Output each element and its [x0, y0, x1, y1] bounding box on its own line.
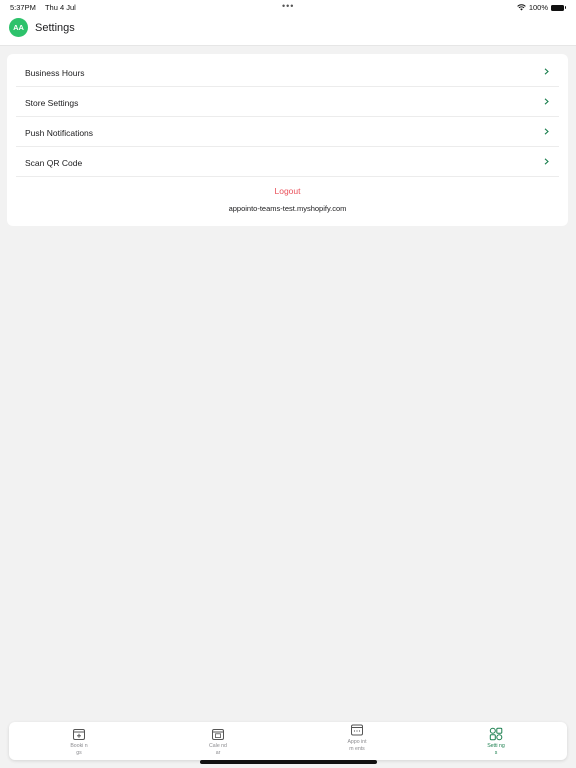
battery-percent: 100%: [528, 3, 548, 12]
calendar-dots-icon: [351, 724, 363, 736]
shop-domain: appointo-teams-test.myshopify.com: [228, 204, 347, 213]
battery-icon: [551, 4, 566, 11]
menu-item-push-notifications[interactable]: Push Notifications: [16, 117, 559, 147]
calendar-date-icon: [212, 729, 224, 740]
tab-bookings[interactable]: Booki ngs: [59, 722, 99, 760]
status-bar: 5:37PM Thu 4 Jul ••• 100%: [0, 0, 576, 14]
status-right: 100%: [517, 3, 566, 12]
tab-calendar[interactable]: Cale ndar: [198, 722, 238, 760]
status-left: 5:37PM Thu 4 Jul: [10, 3, 76, 12]
status-time: 5:37PM: [10, 3, 36, 12]
menu-item-store-settings[interactable]: Store Settings: [16, 87, 559, 117]
chevron-right-icon: [544, 158, 549, 165]
home-indicator[interactable]: [200, 760, 377, 764]
screen: 5:37PM Thu 4 Jul ••• 100% AA Settings Bu…: [0, 0, 576, 768]
multitasking-dots-icon[interactable]: •••: [282, 2, 294, 11]
tab-settings[interactable]: Setti ngs: [476, 722, 516, 760]
chevron-right-icon: [544, 128, 549, 135]
menu-item-label: Store Settings: [25, 98, 79, 108]
menu-item-label: Push Notifications: [25, 128, 94, 138]
tab-label: Setti ngs: [487, 743, 505, 756]
calendar-plus-icon: [73, 729, 85, 740]
tab-bar: Booki ngs Cale ndar Appo intm ents Setti…: [9, 722, 567, 760]
tab-label: Booki ngs: [70, 743, 88, 756]
avatar[interactable]: AA: [9, 18, 28, 37]
menu-item-business-hours[interactable]: Business Hours: [16, 57, 559, 87]
grid-settings-icon: [489, 727, 503, 741]
logout-button[interactable]: Logout: [7, 186, 568, 196]
page-title: Settings: [35, 22, 75, 34]
settings-card: Business Hours Store Settings Push Notif…: [7, 54, 568, 226]
header: AA Settings: [0, 14, 576, 46]
chevron-right-icon: [544, 98, 549, 105]
tab-label: Appo intm ents: [347, 739, 367, 752]
menu-item-scan-qr-code[interactable]: Scan QR Code: [16, 147, 559, 177]
tab-appointments[interactable]: Appo intm ents: [337, 722, 377, 760]
status-date: Thu 4 Jul: [44, 3, 76, 12]
tab-label: Cale ndar: [209, 743, 227, 756]
chevron-right-icon: [544, 68, 549, 75]
menu-item-label: Business Hours: [25, 68, 85, 78]
menu-item-label: Scan QR Code: [25, 158, 83, 168]
wifi-icon: [517, 4, 526, 11]
